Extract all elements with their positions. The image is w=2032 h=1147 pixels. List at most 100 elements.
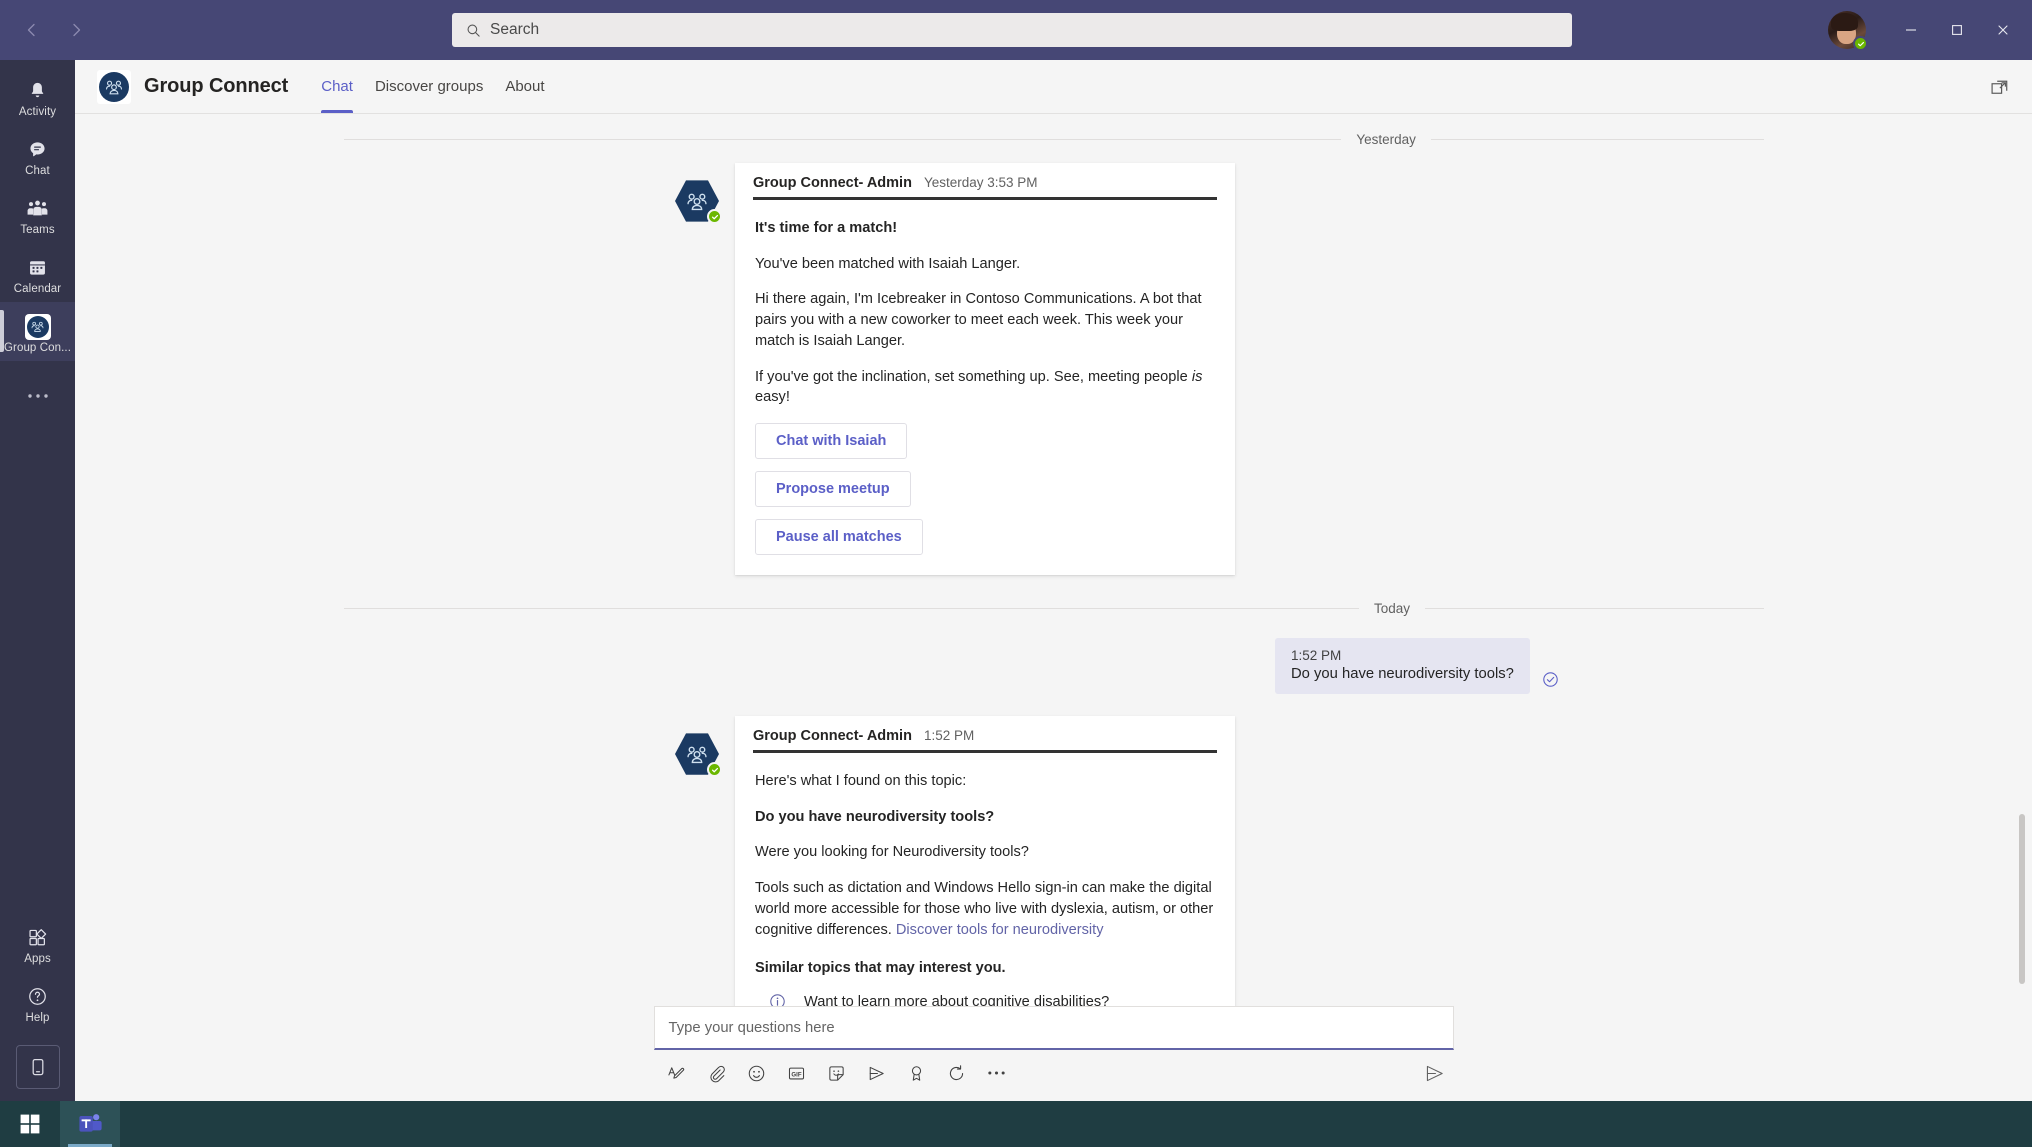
message-list[interactable]: Yesterday Group Connect- Admin Yesterday… [75, 114, 2032, 1101]
group-connect-app-icon [24, 313, 51, 340]
chat-with-isaiah-button[interactable]: Chat with Isaiah [755, 423, 908, 460]
titlebar-right-controls [1828, 0, 2032, 60]
card-question-heading: Do you have neurodiversity tools? [755, 808, 995, 825]
message-input[interactable]: Type your questions here [653, 1006, 1454, 1050]
calendar-icon [27, 255, 48, 281]
attach-icon[interactable] [700, 1056, 734, 1090]
day-divider-today: Today [343, 575, 1764, 617]
message-bot-1: Group Connect- Admin Yesterday 3:53 PM I… [675, 163, 2032, 576]
sidebar-item-activity[interactable]: Activity [0, 66, 75, 125]
message-input-placeholder: Type your questions here [668, 1019, 835, 1036]
composer-toolbar: GIF [654, 1050, 1454, 1096]
search-placeholder: Search [490, 21, 540, 38]
bot-avatar [675, 179, 722, 225]
card-heading: It's time for a match! [755, 220, 898, 236]
apps-grid-icon [27, 925, 48, 951]
user-message-bubble[interactable]: 1:52 PM Do you have neurodiversity tools… [1275, 638, 1530, 695]
sidebar-item-calendar[interactable]: Calendar [0, 243, 75, 302]
day-divider-label: Today [1373, 601, 1411, 617]
loop-icon[interactable] [940, 1056, 974, 1090]
sidebar-item-label: Teams [20, 223, 55, 236]
propose-meetup-button[interactable]: Propose meetup [755, 471, 911, 508]
sidebar-item-label: Calendar [13, 282, 62, 295]
card-text-line-3: If you've got the inclination, set somet… [755, 367, 1215, 408]
search-icon [466, 23, 481, 38]
tab-about[interactable]: About [494, 60, 555, 113]
sidebar-item-label: Activity [18, 105, 57, 118]
sidebar-item-help[interactable]: Help [0, 972, 75, 1031]
discover-tools-link[interactable]: Discover tools for neurodiversity [896, 922, 1104, 938]
format-icon[interactable] [660, 1056, 694, 1090]
get-mobile-app-button[interactable] [15, 1045, 60, 1089]
sidebar-item-group-connect[interactable]: Group Con... [0, 302, 75, 361]
card-text-part-b: easy! [755, 389, 790, 406]
message-header: Group Connect- Admin Yesterday 3:53 PM [735, 163, 1235, 197]
content-area: Group Connect Chat Discover groups About [75, 60, 2032, 1101]
forward-arrow-icon[interactable] [58, 12, 94, 48]
tab-chat[interactable]: Chat [310, 60, 364, 113]
card-subquestion: Were you looking for Neurodiversity tool… [755, 844, 1029, 861]
message-author: Group Connect- Admin [753, 175, 912, 191]
back-arrow-icon[interactable] [14, 12, 50, 48]
day-divider-yesterday: Yesterday [343, 114, 1764, 147]
pop-out-icon[interactable] [1986, 75, 2012, 101]
teams-window: Search Activity Chat Teams Calendar Grou… [0, 0, 2032, 1147]
presence-available-badge [707, 209, 722, 224]
card-text-part-a: If you've got the inclination, set somet… [755, 368, 1192, 385]
divider-line [1430, 139, 1764, 140]
sidebar-item-label: Group Con... [3, 341, 72, 354]
more-apps-button[interactable] [0, 373, 75, 419]
card-text-line-1: You've been matched with Isaiah Langer. [755, 255, 1021, 272]
emoji-icon[interactable] [740, 1056, 774, 1090]
microsoft-teams-icon[interactable] [60, 1101, 120, 1147]
card-text-emphasis: is [1191, 368, 1203, 385]
praise-icon[interactable] [860, 1056, 894, 1090]
tab-label: Discover groups [374, 78, 484, 95]
bell-icon [27, 78, 48, 104]
tab-discover-groups[interactable]: Discover groups [364, 60, 494, 113]
user-message-timestamp: 1:52 PM [1291, 648, 1342, 664]
card-text-line-2: Hi there again, I'm Icebreaker in Contos… [755, 291, 1202, 349]
adaptive-card: Group Connect- Admin Yesterday 3:53 PM I… [735, 163, 1235, 576]
tab-label: About [505, 78, 545, 95]
badge-icon[interactable] [900, 1056, 934, 1090]
pause-all-matches-button[interactable]: Pause all matches [755, 519, 923, 556]
divider-line [343, 139, 1342, 140]
sidebar-item-label: Help [25, 1011, 50, 1024]
title-bar: Search [0, 0, 2032, 60]
svg-text:GIF: GIF [791, 1071, 801, 1078]
chat-bubble-icon [27, 137, 48, 163]
presence-available-badge [1853, 36, 1868, 51]
bot-avatar [675, 732, 722, 778]
navigation-buttons [14, 12, 94, 48]
search-bar[interactable]: Search [452, 13, 1572, 47]
group-connect-logo [97, 69, 131, 104]
message-author: Group Connect- Admin [753, 728, 912, 745]
sticker-icon[interactable] [820, 1056, 854, 1090]
more-options-icon[interactable] [980, 1056, 1014, 1090]
windows-start-icon[interactable] [0, 1101, 60, 1147]
minimize-button[interactable] [1888, 0, 1934, 60]
messages-container: Yesterday Group Connect- Admin Yesterday… [75, 114, 2032, 1085]
sidebar-item-chat[interactable]: Chat [0, 125, 75, 184]
card-intro-text: Here's what I found on this topic: [755, 773, 967, 790]
presence-available-badge [707, 762, 722, 778]
sidebar-item-apps[interactable]: Apps [0, 913, 75, 972]
sent-check-icon [1542, 671, 1559, 688]
sidebar-item-teams[interactable]: Teams [0, 184, 75, 243]
sidebar-item-label: Chat [25, 164, 50, 177]
user-message-text: Do you have neurodiversity tools? [1291, 666, 1514, 683]
vertical-scrollbar[interactable] [2019, 814, 2025, 984]
avatar[interactable] [1828, 11, 1868, 51]
maximize-button[interactable] [1934, 0, 1980, 60]
message-timestamp: 1:52 PM [923, 728, 975, 744]
tab-label: Chat [321, 78, 353, 95]
card-body: It's time for a match! You've been match… [735, 200, 1235, 575]
giphy-icon[interactable]: GIF [780, 1056, 814, 1090]
close-button[interactable] [1980, 0, 2026, 60]
message-header: Group Connect- Admin 1:52 PM [735, 716, 1235, 750]
teams-glyph [77, 1111, 103, 1137]
search-input[interactable]: Search [452, 13, 1572, 47]
send-icon[interactable] [1418, 1056, 1452, 1090]
card-answer-text: Tools such as dictation and Windows Hell… [755, 878, 1215, 940]
